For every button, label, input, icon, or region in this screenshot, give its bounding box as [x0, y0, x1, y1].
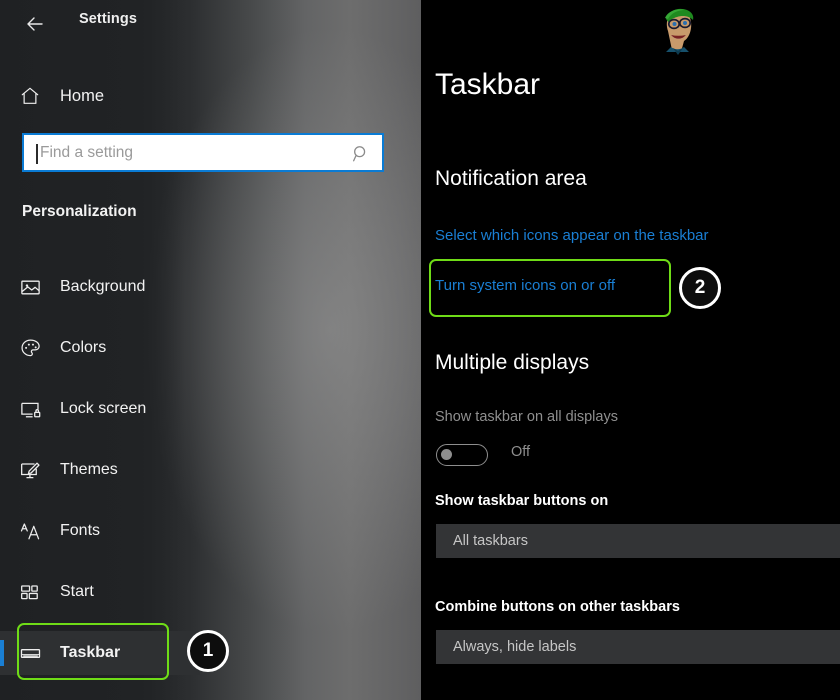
show-taskbar-buttons-on-label: Show taskbar buttons on — [435, 493, 608, 509]
sidebar-item-lock-screen[interactable]: Lock screen — [0, 387, 200, 431]
sidebar-item-home[interactable]: Home — [0, 76, 200, 116]
multiple-displays-heading: Multiple displays — [435, 351, 589, 375]
sidebar-item-lock-screen-label: Lock screen — [60, 400, 146, 418]
sidebar-item-home-label: Home — [60, 87, 104, 106]
show-taskbar-all-displays-state: Off — [511, 444, 530, 460]
show-taskbar-buttons-on-dropdown[interactable]: All taskbars — [436, 524, 840, 558]
app-title: Settings — [79, 11, 137, 27]
link-select-icons-on-taskbar[interactable]: Select which icons appear on the taskbar — [435, 227, 709, 244]
link-turn-system-icons-on-off[interactable]: Turn system icons on or off — [435, 277, 615, 294]
show-taskbar-all-displays-toggle[interactable] — [436, 444, 488, 466]
notification-area-heading: Notification area — [435, 167, 587, 191]
sidebar-item-start-label: Start — [60, 583, 94, 601]
search-icon — [350, 143, 372, 165]
toggle-knob — [441, 449, 452, 460]
text-caret — [36, 144, 38, 164]
sidebar-item-background[interactable]: Background — [0, 265, 200, 309]
sidebar-item-themes-label: Themes — [60, 461, 118, 479]
sidebar-item-colors[interactable]: Colors — [0, 326, 200, 370]
sidebar-item-taskbar[interactable]: Taskbar — [0, 631, 200, 675]
themes-brush-icon — [17, 457, 43, 483]
cartoon-avatar-icon — [649, 2, 707, 60]
sidebar-item-background-label: Background — [60, 278, 145, 296]
combine-buttons-value: Always, hide labels — [453, 639, 576, 655]
combine-buttons-dropdown[interactable]: Always, hide labels — [436, 630, 840, 664]
sidebar-item-fonts[interactable]: Fonts — [0, 509, 200, 553]
settings-detail-panel: Taskbar Notification area Select which i… — [421, 0, 840, 700]
page-title: Taskbar — [435, 68, 540, 102]
taskbar-icon — [17, 640, 43, 666]
selection-indicator — [0, 640, 4, 666]
image-icon — [17, 274, 43, 300]
fonts-aa-icon — [17, 518, 43, 544]
combine-buttons-label: Combine buttons on other taskbars — [435, 599, 680, 615]
show-taskbar-all-displays-label: Show taskbar on all displays — [435, 409, 618, 425]
sidebar-item-themes[interactable]: Themes — [0, 448, 200, 492]
sidebar-item-colors-label: Colors — [60, 339, 106, 357]
sidebar-header: Settings — [0, 0, 421, 48]
sidebar-section-label: Personalization — [22, 203, 137, 221]
back-arrow-icon[interactable] — [22, 11, 48, 37]
search-box[interactable] — [22, 133, 384, 172]
settings-window: Settings Home Personalization — [0, 0, 840, 700]
sidebar: Settings Home Personalization — [0, 0, 421, 700]
sidebar-item-taskbar-label: Taskbar — [60, 644, 120, 662]
sidebar-item-start[interactable]: Start — [0, 570, 200, 614]
home-icon — [18, 84, 42, 108]
lock-screen-icon — [17, 396, 43, 422]
sidebar-item-fonts-label: Fonts — [60, 522, 100, 540]
search-input[interactable] — [38, 143, 332, 163]
sidebar-nav-list: Background Colors — [0, 265, 200, 692]
start-tiles-icon — [17, 579, 43, 605]
show-taskbar-buttons-on-value: All taskbars — [453, 533, 528, 549]
palette-icon — [17, 335, 43, 361]
